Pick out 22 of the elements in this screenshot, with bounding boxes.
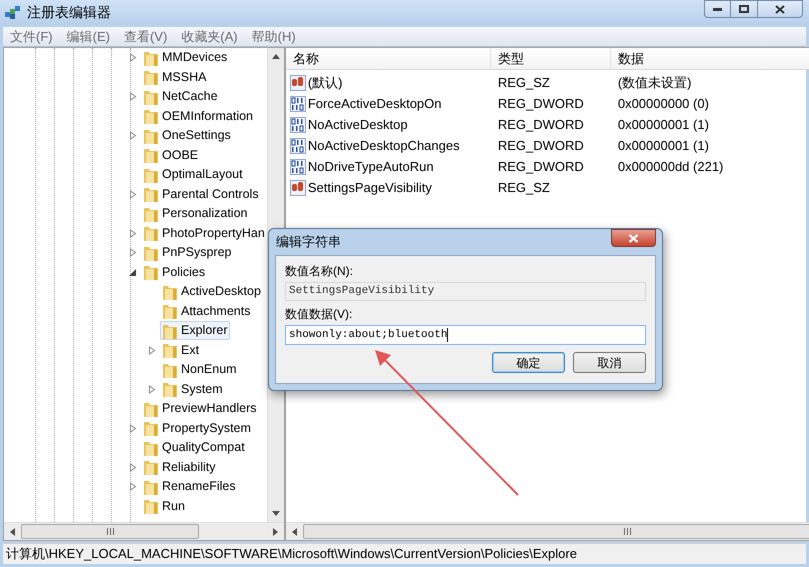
table-cell-text: REG_SZ bbox=[496, 74, 551, 92]
table-cell-text: REG_DWORD bbox=[496, 116, 585, 134]
table-cell-text: REG_DWORD bbox=[496, 94, 585, 113]
table-cell-text: (默认) bbox=[308, 74, 343, 92]
field-label: 数值数据(V): bbox=[285, 306, 354, 322]
table-cell-text: REG_DWORD bbox=[496, 158, 585, 176]
table-cell-text: (数值未设置) bbox=[616, 74, 692, 92]
table-cell-text: NoActiveDesktop bbox=[308, 116, 408, 134]
table-cell-text: REG_DWORD bbox=[496, 136, 585, 155]
window-title: 注册表编辑器 bbox=[27, 2, 111, 22]
table-cell-text: 0x00000001 (1) bbox=[616, 116, 709, 134]
field-label: 数值名称(N): bbox=[285, 263, 354, 279]
table-cell-text: SettingsPageVisibility bbox=[308, 178, 432, 197]
table-cell-text: 0x000000dd (221) bbox=[616, 158, 724, 176]
status-text: 计算机\HKEY_LOCAL_MACHINE\SOFTWARE\Microsoft\Windows\CurrentVersion\Policies\Explore bbox=[5, 545, 577, 564]
table-cell-text: NoActiveDesktopChanges bbox=[308, 136, 460, 155]
table-cell-text: 0x00000000 (0) bbox=[616, 94, 709, 113]
dialog-title: 编辑字符串 bbox=[275, 233, 341, 252]
table-cell-text: REG_SZ bbox=[496, 178, 551, 197]
table-cell-text: ForceActiveDesktopOn bbox=[308, 94, 442, 113]
table-cell-text: 0x00000001 (1) bbox=[616, 136, 709, 155]
table-cell-text: NoDriveTypeAutoRun bbox=[308, 158, 434, 176]
